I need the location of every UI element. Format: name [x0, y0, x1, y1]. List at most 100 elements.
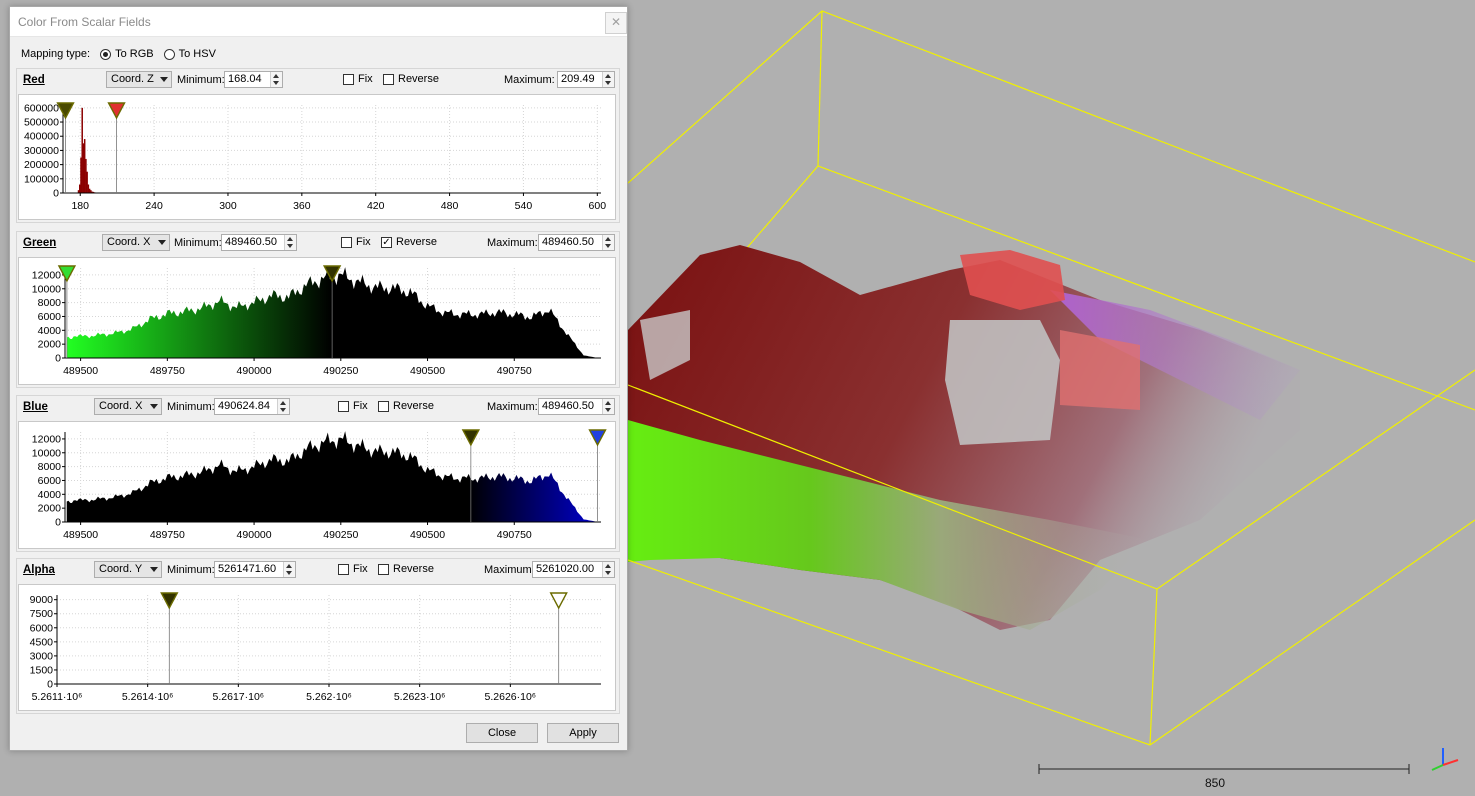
y-tick-label: 100000 [24, 173, 59, 185]
x-tick-label: 540 [515, 200, 533, 212]
checkmark-icon[interactable]: ✓ [381, 236, 392, 248]
checkbox-box[interactable] [378, 563, 389, 575]
y-tick-label: 6000 [38, 475, 62, 487]
reverse-checkbox[interactable]: Reverse [378, 563, 434, 575]
field-select-value: Coord. X [107, 236, 151, 248]
fix-label: Fix [353, 400, 368, 412]
x-tick-label: 490750 [497, 529, 532, 541]
x-tick-label: 360 [293, 200, 311, 212]
x-tick-label: 480 [441, 200, 459, 212]
field-select[interactable]: Coord. X [94, 398, 162, 415]
minimum-spinbox[interactable]: 5261471.60 [214, 561, 296, 578]
x-tick-label: 489750 [150, 529, 185, 541]
y-tick-label: 4500 [30, 636, 54, 648]
histogram-svg[interactable]: 0 2000 4000 6000 8000 10000 12000 489500 489750 4… [19, 258, 615, 384]
x-tick-label: 490750 [497, 365, 532, 377]
maximum-spinbox[interactable]: 209.49 [557, 71, 615, 88]
histogram-alpha[interactable]: 0 1500 3000 4500 6000 7500 9000 5.2611·10⁶ 5.261… [18, 584, 616, 711]
reverse-checkbox[interactable]: Reverse [378, 400, 434, 412]
radio-to-hsv[interactable]: To HSV [163, 48, 216, 60]
checkbox-box[interactable] [343, 73, 354, 85]
x-tick-label: 489750 [150, 365, 185, 377]
scale-label: 850 [1205, 776, 1226, 790]
maximum-spinbox[interactable]: 489460.50 [538, 234, 615, 251]
maximum-label: Maximum: [487, 237, 538, 249]
radio-dot-icon[interactable] [163, 48, 175, 60]
x-tick-label: 5.2611·10⁶ [32, 691, 83, 703]
y-tick-label: 1500 [30, 664, 54, 676]
minimum-spinbox[interactable]: 489460.50 [221, 234, 297, 251]
histogram-red[interactable]: 0 100000 200000 300000 400000 500000 600000 180… [18, 94, 616, 220]
channel-name: Alpha [23, 564, 55, 576]
checkbox-box[interactable] [383, 73, 394, 85]
y-tick-label: 4000 [38, 489, 62, 501]
maximum-value: 489460.50 [542, 400, 594, 412]
reverse-checkbox[interactable]: ✓ Reverse [381, 236, 437, 248]
radio-to-rgb[interactable]: To RGB [100, 48, 154, 60]
x-tick-label: 420 [367, 200, 385, 212]
histogram-svg[interactable]: 0 100000 200000 300000 400000 500000 600000 180… [19, 95, 615, 219]
maximum-spinbox[interactable]: 489460.50 [538, 398, 615, 415]
minimum-label: Minimum: [167, 401, 215, 413]
reverse-label: Reverse [398, 73, 439, 85]
spin-arrows-icon[interactable] [284, 235, 296, 250]
x-tick-label: 240 [145, 200, 163, 212]
x-tick-label: 5.2614·10⁶ [122, 691, 174, 703]
field-select[interactable]: Coord. Y [94, 561, 162, 578]
spin-arrows-icon[interactable] [283, 562, 295, 577]
spin-arrows-icon[interactable] [602, 72, 614, 87]
maximum-value: 5261020.00 [536, 563, 595, 575]
axis-trihedron-icon [1431, 748, 1459, 771]
color-from-scalar-fields-dialog: Color From Scalar Fields ✕ Mapping type:… [9, 6, 628, 751]
chevron-down-icon [158, 240, 166, 245]
x-tick-label: 490000 [237, 365, 272, 377]
fix-label: Fix [358, 73, 373, 85]
fix-checkbox[interactable]: Fix [338, 400, 368, 412]
x-tick-label: 490250 [323, 365, 358, 377]
x-tick-label: 300 [219, 200, 237, 212]
checkbox-box[interactable] [338, 563, 349, 575]
radio-to-rgb-label: To RGB [115, 48, 154, 60]
histogram-blue[interactable]: 0 2000 4000 6000 8000 10000 12000 489500 489750 4… [18, 421, 616, 549]
mapping-type-label: Mapping type: [21, 48, 91, 60]
fix-checkbox[interactable]: Fix [338, 563, 368, 575]
slider-marker-icon [588, 429, 607, 447]
maximum-label: Maximum: [504, 74, 555, 86]
close-button[interactable]: Close [466, 723, 538, 743]
minimum-spinbox[interactable]: 490624.84 [214, 398, 290, 415]
histogram-green[interactable]: 0 2000 4000 6000 8000 10000 12000 489500 489750 4… [18, 257, 616, 385]
y-tick-label: 0 [53, 188, 59, 200]
fix-checkbox[interactable]: Fix [343, 73, 373, 85]
minimum-value: 490624.84 [218, 400, 270, 412]
dialog-titlebar[interactable]: Color From Scalar Fields ✕ [10, 7, 627, 37]
reverse-checkbox[interactable]: Reverse [383, 73, 439, 85]
spin-arrows-icon[interactable] [277, 399, 289, 414]
checkbox-box[interactable] [341, 236, 352, 248]
field-select[interactable]: Coord. Z [106, 71, 172, 88]
y-tick-label: 8000 [38, 297, 62, 309]
checkbox-box[interactable] [338, 400, 349, 412]
radio-to-hsv-label: To HSV [178, 48, 216, 60]
spin-arrows-icon[interactable] [602, 399, 614, 414]
x-tick-label: 490500 [410, 365, 445, 377]
histogram-svg[interactable]: 0 1500 3000 4500 6000 7500 9000 5.2611·10⁶ 5.261… [19, 585, 615, 710]
spin-arrows-icon[interactable] [602, 562, 614, 577]
minimum-spinbox[interactable]: 168.04 [224, 71, 283, 88]
channel-green: Green Coord. X Minimum: 489460.50 Fix ✓ R… [16, 231, 620, 388]
y-tick-label: 0 [55, 353, 61, 365]
reverse-label: Reverse [393, 563, 434, 575]
histogram-svg[interactable]: 0 2000 4000 6000 8000 10000 12000 489500 489750 4… [19, 422, 615, 548]
spin-arrows-icon[interactable] [270, 72, 282, 87]
field-select[interactable]: Coord. X [102, 234, 170, 251]
spin-arrows-icon[interactable] [602, 235, 614, 250]
maximum-label: Maximum: [484, 564, 535, 576]
checkbox-box[interactable] [378, 400, 389, 412]
close-icon[interactable]: ✕ [605, 12, 627, 34]
y-tick-label: 10000 [32, 283, 61, 295]
radio-dot-icon[interactable] [100, 48, 112, 60]
channel-alpha: Alpha Coord. Y Minimum: 5261471.60 Fix R… [16, 558, 620, 714]
maximum-spinbox[interactable]: 5261020.00 [532, 561, 615, 578]
x-tick-label: 490250 [323, 529, 358, 541]
fix-checkbox[interactable]: Fix [341, 236, 371, 248]
apply-button[interactable]: Apply [547, 723, 619, 743]
